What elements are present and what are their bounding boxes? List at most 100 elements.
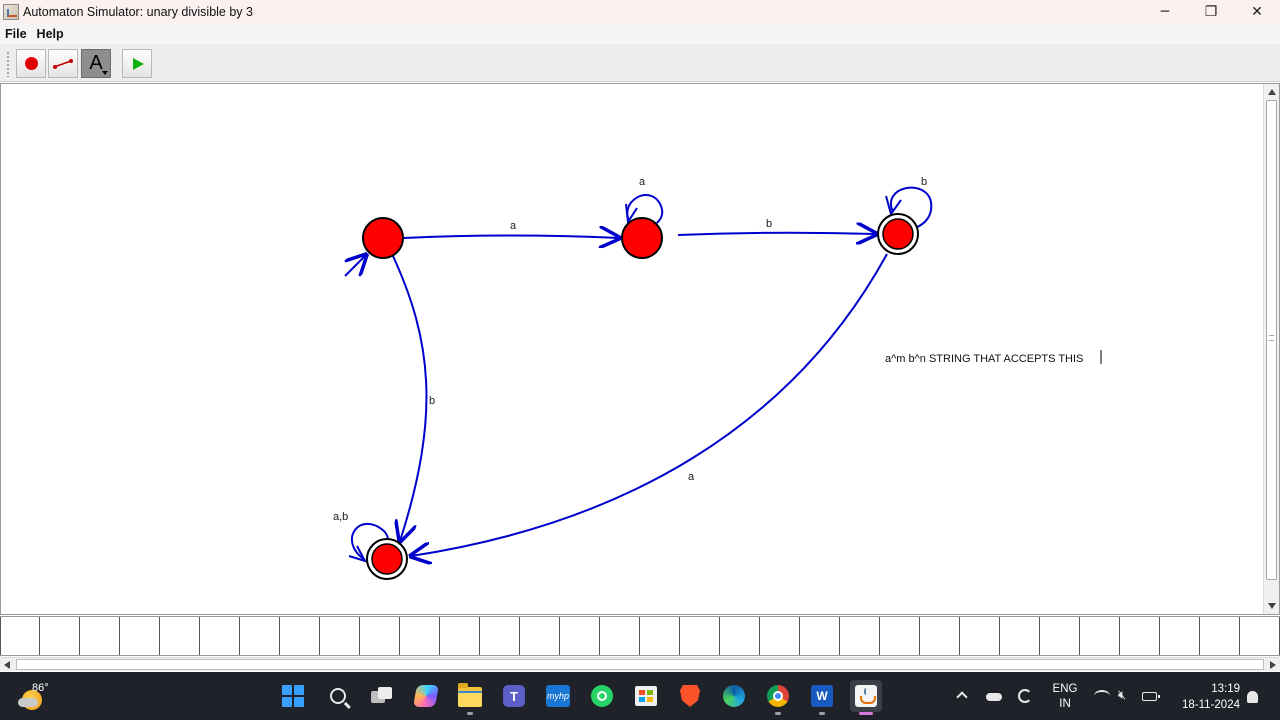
add-state-tool-button[interactable] [16,49,46,78]
tape-cell[interactable] [560,617,600,655]
automaton-canvas[interactable]: a a b b b a a,b a^m b^n STRING THAT ACCE… [1,84,1263,614]
tape-cell[interactable] [880,617,920,655]
taskbar-microsoft-store[interactable] [630,680,662,712]
menu-file[interactable]: File [5,27,27,41]
scroll-down-icon[interactable] [1268,603,1276,609]
tape-cell[interactable] [240,617,280,655]
tape-cell[interactable] [920,617,960,655]
state-q2-accepting[interactable] [877,213,919,255]
tape-cell[interactable] [760,617,800,655]
taskbar-start[interactable] [277,680,309,712]
taskbar-brave[interactable] [674,680,706,712]
horizontal-scroll-thumb[interactable] [16,659,1264,670]
tape-cell[interactable] [1200,617,1240,655]
wifi-icon[interactable] [1094,690,1110,702]
weather-widget[interactable]: 86° [18,680,66,712]
tape-cell[interactable] [1240,617,1280,655]
tape-cell[interactable] [80,617,120,655]
dropdown-caret-icon [102,71,108,75]
scroll-right-icon[interactable] [1270,661,1276,669]
battery-icon[interactable] [1142,692,1160,701]
red-dot-icon [24,57,38,70]
state-q0[interactable] [362,217,404,259]
tape-cell[interactable] [520,617,560,655]
tape-cell[interactable] [320,617,360,655]
tape-cell[interactable] [1000,617,1040,655]
tape-cell[interactable] [800,617,840,655]
java-icon [855,685,877,707]
state-q3-accepting[interactable] [366,538,408,580]
transition-q2-q3[interactable] [411,253,888,556]
run-tool-button[interactable] [122,49,152,78]
tape-cell[interactable] [640,617,680,655]
tape-cell[interactable] [160,617,200,655]
tape-cell[interactable] [40,617,80,655]
add-transition-tool-button[interactable] [48,49,78,78]
tape-cell[interactable] [480,617,520,655]
vertical-scroll-thumb[interactable] [1266,100,1277,580]
maximize-button[interactable]: ❐ [1188,0,1234,23]
tape-cell[interactable] [0,617,40,655]
transition-q1-q2[interactable] [677,233,876,235]
tape-cell[interactable] [600,617,640,655]
taskbar-java[interactable] [850,680,882,715]
taskbar-search[interactable] [322,680,354,712]
menu-help[interactable]: Help [37,27,64,41]
taskbar: 86° T myhp W ENG IN 🔇︎ 13:19 18-11-2024 [0,672,1280,720]
language-indicator[interactable]: ENG IN [1048,682,1082,712]
tape-cell[interactable] [840,617,880,655]
weather-temperature: 86° [32,682,49,694]
text-tool-button[interactable]: A [81,49,111,78]
clock[interactable]: 13:19 18-11-2024 [1170,681,1240,713]
store-icon [635,686,657,706]
tape-cell[interactable] [1160,617,1200,655]
tape-cell[interactable] [360,617,400,655]
vertical-scrollbar[interactable] [1263,84,1279,614]
taskbar-teams[interactable]: T [498,680,530,712]
transition-q0-q3[interactable] [392,255,428,541]
notification-bell-icon[interactable] [1247,691,1258,703]
horizontal-scrollbar[interactable] [0,657,1280,671]
transition-q0-q1[interactable] [403,236,619,239]
show-hidden-icons-chevron-icon[interactable] [956,691,968,703]
close-button[interactable]: ✕ [1234,0,1280,23]
tape-cell[interactable] [680,617,720,655]
tape-cell[interactable] [400,617,440,655]
onedrive-cloud-icon[interactable] [986,693,1002,701]
toolbar-grip[interactable] [6,51,10,77]
taskbar-copilot[interactable] [410,680,442,712]
windows-start-icon [282,685,304,707]
taskbar-edge[interactable] [718,680,750,712]
speaker-muted-icon[interactable]: 🔇︎ [1118,688,1126,704]
sync-icon[interactable] [1018,689,1032,703]
tape-cell[interactable] [1040,617,1080,655]
taskbar-chrome[interactable] [762,680,794,715]
text-a-icon: A [89,51,103,74]
scroll-up-icon[interactable] [1268,89,1276,95]
taskbar-task-view[interactable] [366,680,398,712]
tape-cell[interactable] [200,617,240,655]
tape-cell[interactable] [720,617,760,655]
tape-cell[interactable] [960,617,1000,655]
window-title: Automaton Simulator: unary divisible by … [23,4,253,19]
tape-cell[interactable] [1120,617,1160,655]
taskbar-whatsapp[interactable] [586,680,618,712]
taskbar-myhp[interactable]: myhp [542,680,574,712]
start-arrow [345,255,366,276]
play-icon [133,57,144,70]
tape-cell[interactable] [280,617,320,655]
transition-label-q0-q1: a [510,220,517,232]
scroll-left-icon[interactable] [4,661,10,669]
minimize-button[interactable]: ─ [1142,0,1188,23]
cloud-icon [18,698,38,707]
tape-cell[interactable] [440,617,480,655]
tape-cell[interactable] [120,617,160,655]
taskbar-word[interactable]: W [806,680,838,715]
taskbar-file-explorer[interactable] [454,680,486,715]
automaton-canvas-area[interactable]: a a b b b a a,b a^m b^n STRING THAT ACCE… [0,83,1280,615]
input-tape[interactable] [0,616,1280,656]
toolbar: A [0,44,1280,82]
canvas-note-text[interactable]: a^m b^n STRING THAT ACCEPTS THIS [885,353,1083,365]
tape-cell[interactable] [1080,617,1120,655]
state-q1[interactable] [621,217,663,259]
